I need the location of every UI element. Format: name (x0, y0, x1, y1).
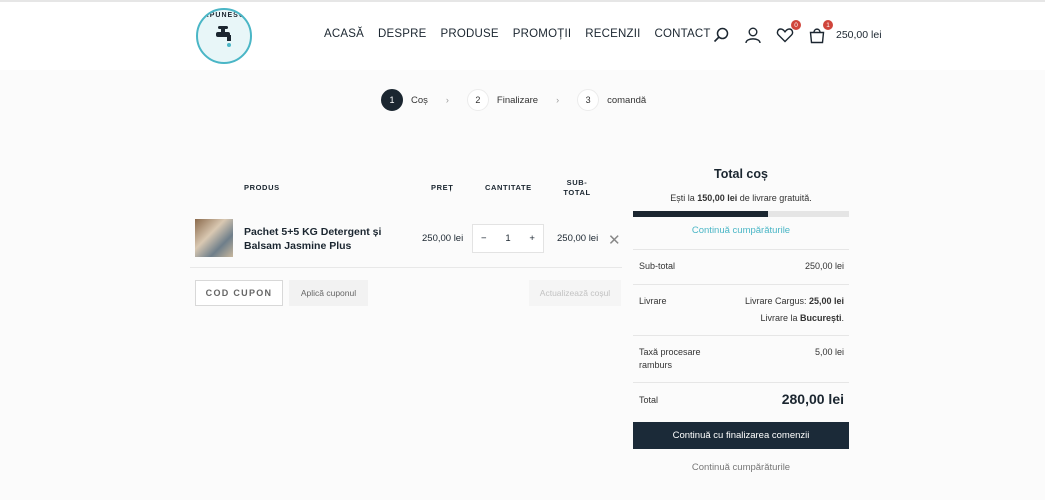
quantity-value[interactable]: 1 (505, 233, 510, 244)
fee-value: 5,00 lei (814, 347, 844, 357)
summary-divider (633, 335, 849, 336)
step-3-number: 3 (577, 89, 600, 111)
step-2-label: Finalizare (496, 94, 539, 106)
continue-shopping-bottom-link[interactable]: Continuă cumpărăturile (633, 462, 849, 473)
total-value: 280,00 lei (781, 391, 844, 407)
summary-divider (633, 249, 849, 250)
product-thumbnail[interactable] (195, 219, 233, 257)
column-header-product: PRODUS (244, 183, 280, 192)
cart-count-badge: 1 (823, 20, 833, 30)
quantity-stepper: − 1 + (472, 224, 544, 253)
shipping-destination-prefix: Livrare la (760, 313, 800, 323)
nav-contact[interactable]: CONTACT (655, 28, 711, 40)
shipping-label: Livrare (639, 296, 667, 306)
column-header-price: PREȚ (431, 183, 454, 192)
plus-icon[interactable]: + (529, 233, 535, 244)
minus-icon[interactable]: − (481, 233, 487, 244)
fee-label: Taxă procesare ramburs (639, 347, 701, 370)
wishlist-count-badge: 0 (791, 20, 801, 30)
subtotal-value: 250,00 lei (804, 261, 844, 271)
subtotal-label: Sub-total (639, 261, 676, 271)
coupon-input[interactable]: COD CUPON (195, 280, 283, 306)
chevron-right-icon: › (556, 95, 560, 105)
row-divider (190, 267, 622, 268)
checkout-steps: 1 Coș › 2 Finalizare › 3 comandă (381, 89, 646, 111)
column-header-quantity: CANTITATE (485, 183, 532, 192)
column-header-subtotal-line2: TOTAL (563, 188, 591, 197)
nav-about[interactable]: DESPRE (378, 28, 427, 40)
column-header-subtotal: SUB- TOTAL (563, 178, 591, 198)
shipping-method: Livrare Cargus: 25,00 lei (745, 295, 844, 308)
free-shipping-suffix: de livrare gratuită. (737, 193, 812, 203)
main-nav: ACASĂ DESPRE PRODUSE PROMOȚII RECENZII C… (324, 28, 711, 40)
summary-divider (633, 382, 849, 383)
header-icons: 0 1 250,00 lei (712, 20, 882, 44)
cart-icon[interactable]: 1 (808, 20, 833, 44)
search-icon[interactable] (712, 26, 730, 44)
step-1-label: Coș (411, 94, 428, 106)
update-cart-button[interactable]: Actualizează coșul (529, 280, 621, 306)
item-price: 250,00 lei (422, 233, 464, 244)
apply-coupon-button[interactable]: Aplică cuponul (289, 280, 368, 306)
nav-reviews[interactable]: RECENZII (585, 28, 640, 40)
account-icon[interactable] (744, 26, 762, 44)
cart-page: 1 Coș › 2 Finalizare › 3 comandă PRODUS … (0, 70, 1045, 500)
nav-home[interactable]: ACASĂ (324, 28, 364, 40)
shipping-destination: Livrare la București. (760, 313, 844, 323)
step-1-number: 1 (381, 89, 403, 111)
free-shipping-prefix: Ești la (670, 193, 698, 203)
wishlist-icon[interactable]: 0 (776, 20, 801, 44)
column-header-subtotal-line1: SUB- (566, 178, 588, 187)
faucet-icon (216, 26, 231, 47)
shipping-city: București (799, 313, 842, 323)
shipping-price: 25,00 lei (808, 296, 844, 306)
progress-fill (633, 211, 768, 217)
free-shipping-amount: 150,00 lei (697, 193, 738, 203)
shipping-method-name: Livrare Cargus: (744, 296, 809, 306)
chevron-right-icon: › (445, 95, 449, 105)
item-subtotal: 250,00 lei (557, 233, 599, 244)
summary-divider (633, 284, 849, 285)
site-logo[interactable]: SĂPUNESCU (196, 8, 252, 64)
header-cart-total[interactable]: 250,00 lei (836, 29, 882, 41)
free-shipping-message: Ești la 150,00 lei de livrare gratuită. (633, 193, 849, 203)
continue-shopping-link[interactable]: Continuă cumpărăturile (633, 225, 849, 236)
step-3-label: comandă (607, 94, 647, 106)
nav-products[interactable]: PRODUSE (441, 28, 499, 40)
nav-promotions[interactable]: PROMOȚII (513, 28, 571, 40)
site-header: SĂPUNESCU ACASĂ DESPRE PRODUSE PROMOȚII … (0, 2, 1045, 70)
cart-totals-title: Total coș (714, 167, 768, 181)
total-label: Total (639, 395, 659, 405)
free-shipping-progress (633, 211, 849, 217)
step-2-number: 2 (466, 89, 489, 111)
close-icon[interactable]: ✕ (608, 231, 621, 249)
product-name-link[interactable]: Pachet 5+5 KG Detergent și Balsam Jasmin… (244, 225, 394, 253)
logo-text: SĂPUNESCU (198, 12, 251, 19)
checkout-button[interactable]: Continuă cu finalizarea comenzii (633, 422, 849, 449)
